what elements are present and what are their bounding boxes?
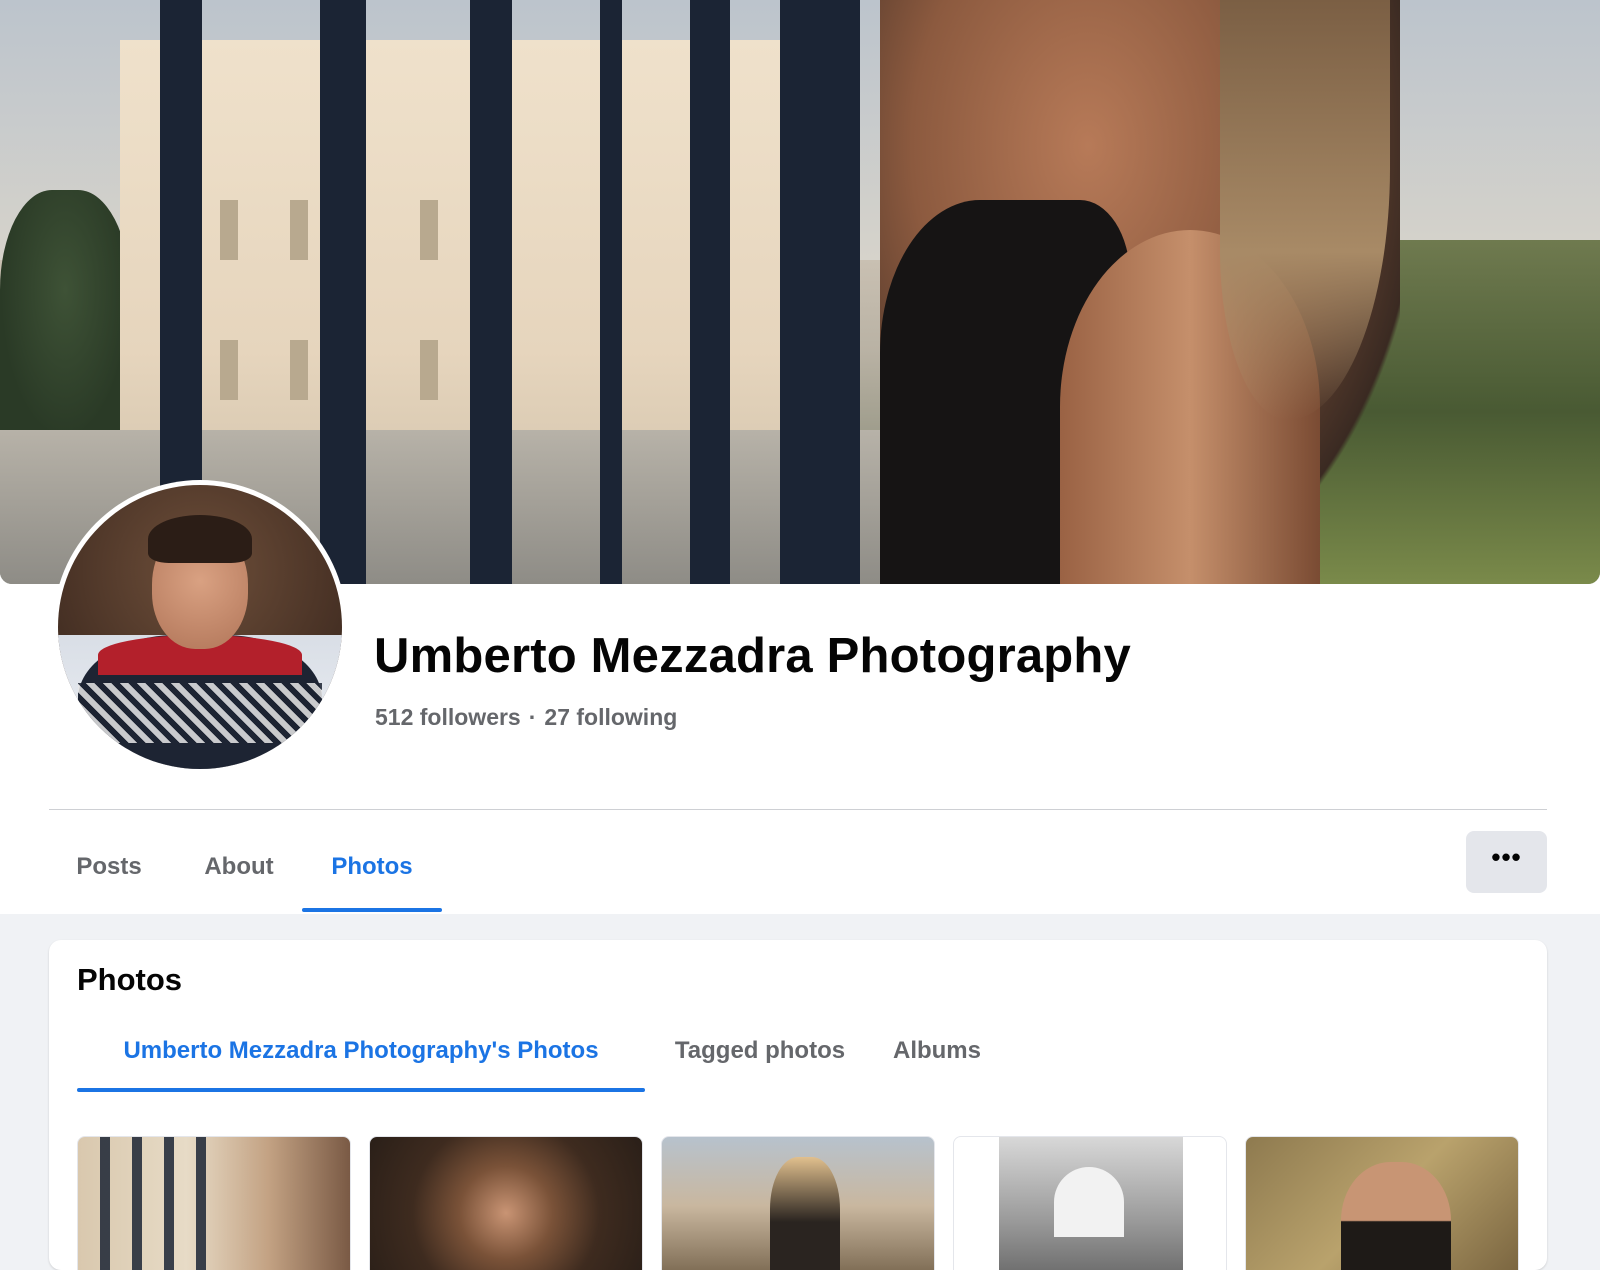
following-link[interactable]: 27 following [544,704,677,730]
tab-about[interactable]: About [182,822,296,912]
more-horizontal-icon: ••• [1491,842,1522,872]
cover-window [290,340,308,400]
cover-gate-bar [320,0,366,584]
cover-gate-bar [470,0,512,584]
avatar-hair [148,515,252,563]
profile-stats: 512 followers · 27 following [375,704,677,731]
page-title: Umberto Mezzadra Photography [374,629,1132,683]
profile-picture[interactable] [53,480,347,774]
avatar [58,485,342,769]
tab-posts[interactable]: Posts [49,822,169,912]
photo-content [1054,1167,1124,1237]
more-options-button[interactable]: ••• [1466,831,1547,893]
subtab-tagged-photos[interactable]: Tagged photos [657,1010,863,1092]
cover-window [220,200,238,260]
header-divider [49,809,1547,810]
cover-window [420,340,438,400]
cover-trees [0,190,130,440]
photo-content [770,1157,840,1270]
subtab-own-photos[interactable]: Umberto Mezzadra Photography's Photos [77,1010,645,1092]
cover-gate-bar [600,0,622,584]
photo-content [78,1137,228,1270]
cover-window [290,200,308,260]
photos-section: Photos Umberto Mezzadra Photography's Ph… [49,940,1547,1270]
followers-link[interactable]: 512 followers [375,704,521,730]
section-title: Photos [77,962,183,997]
stats-separator: · [528,704,537,730]
cover-window [220,340,238,400]
cover-window [420,200,438,260]
subtab-albums[interactable]: Albums [877,1010,997,1092]
avatar-sweater-pattern [78,683,322,743]
profile-header: Umberto Mezzadra Photography 512 followe… [0,0,1600,914]
cover-gate-bar [780,0,860,584]
cover-gate-bar [690,0,730,584]
tab-photos[interactable]: Photos [302,822,442,912]
photo-content [1341,1162,1451,1270]
